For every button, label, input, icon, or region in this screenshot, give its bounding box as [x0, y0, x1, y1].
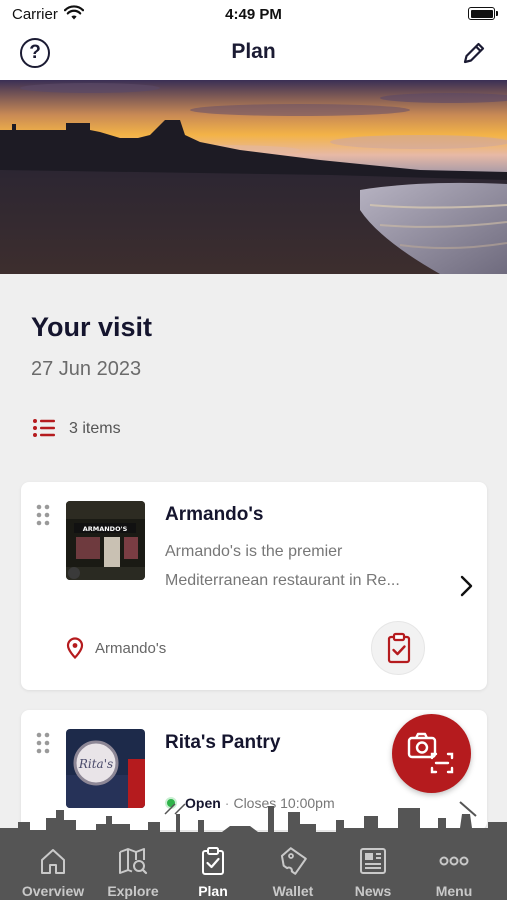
location-label: Armando's [95, 640, 167, 657]
planned-toggle[interactable] [371, 621, 425, 675]
house-icon [41, 849, 65, 874]
plan-item-card[interactable]: ARMANDO'S Armando's Armando's is the pre… [21, 482, 487, 690]
tab-plan[interactable]: Plan [173, 838, 253, 900]
tab-overview[interactable]: Overview [13, 838, 93, 900]
tab-news[interactable]: News [333, 838, 413, 900]
camera-scan-icon [407, 732, 454, 774]
status-bar: Carrier 4:49 PM [0, 0, 507, 30]
visit-date: 27 Jun 2023 [31, 358, 142, 380]
item-name: Armando's [165, 504, 264, 525]
tab-bar: Overview Explore Plan Wallet News Menu [0, 838, 507, 900]
visit-title: Your visit [31, 312, 153, 342]
description-line: Armando's is the premier [165, 543, 343, 560]
tab-menu[interactable]: Menu [414, 838, 494, 900]
item-description: Armando's is the premier Mediterranean r… [165, 537, 433, 595]
pencil-icon[interactable] [459, 38, 489, 68]
tab-label: Overview [21, 883, 85, 899]
skyline-decoration [0, 801, 507, 842]
map-search-icon [119, 848, 148, 875]
tab-label: Plan [198, 883, 228, 899]
map-pin-icon [66, 637, 84, 660]
drag-handle-icon[interactable] [36, 504, 50, 526]
clipboard-check-icon [202, 847, 224, 875]
hero-image [0, 80, 507, 274]
tab-label: Menu [435, 883, 473, 899]
thumb-sign-text: Rita's [78, 757, 113, 771]
battery-icon [468, 7, 498, 20]
navigation-bar: ? Plan [0, 30, 507, 80]
more-dots-icon [439, 856, 469, 866]
chevron-right-icon[interactable] [459, 574, 475, 598]
item-location: Armando's [66, 637, 166, 664]
status-time: 4:49 PM [225, 6, 282, 23]
drag-handle-icon[interactable] [36, 732, 50, 754]
tab-label: Explore [107, 883, 159, 899]
scan-camera-button[interactable] [392, 714, 471, 793]
items-count: 3 items [69, 420, 121, 437]
tab-explore[interactable]: Explore [93, 838, 173, 900]
newspaper-icon [360, 848, 386, 874]
ticket-icon [280, 847, 307, 875]
item-name: Rita's Pantry [165, 732, 281, 753]
description-line: Mediterranean restaurant in Re... [165, 572, 400, 589]
item-thumbnail: Rita's [66, 729, 145, 808]
page-title: Plan [231, 40, 276, 63]
tab-label: Wallet [272, 883, 314, 899]
list-icon [33, 419, 55, 437]
item-thumbnail: ARMANDO'S [66, 501, 145, 580]
tab-wallet[interactable]: Wallet [253, 838, 333, 900]
thumb-sign-text: ARMANDO'S [83, 525, 128, 533]
tab-label: News [354, 883, 392, 899]
clipboard-check-icon [387, 632, 411, 664]
